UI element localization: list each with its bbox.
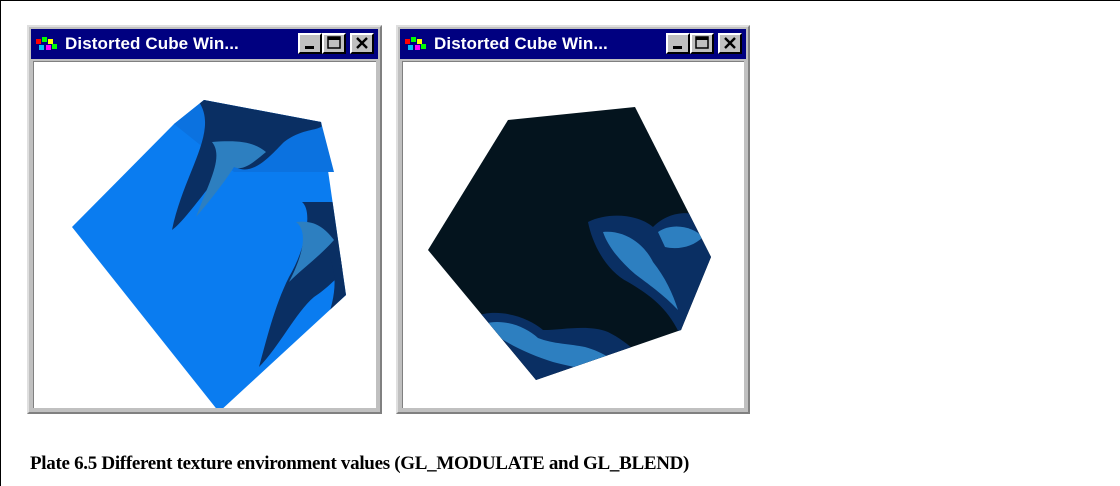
- page: Distorted Cube Win... Distorted Cube Win…: [0, 0, 1120, 486]
- plate-caption: Plate 6.5 Different texture environment …: [30, 453, 690, 474]
- window-title: Distorted Cube Win...: [434, 34, 608, 53]
- textured-cube-modulate: [72, 100, 346, 408]
- close-button[interactable]: [350, 33, 374, 54]
- maximize-icon: [327, 36, 341, 49]
- maximize-button[interactable]: [322, 33, 346, 54]
- minimize-icon: [305, 46, 314, 49]
- minimize-button[interactable]: [666, 33, 690, 54]
- opengl-app-icon: [36, 37, 57, 50]
- close-button[interactable]: [718, 33, 742, 54]
- maximize-icon: [695, 36, 709, 49]
- title-buttons: [298, 33, 374, 54]
- minimize-icon: [673, 46, 682, 49]
- title-bar[interactable]: Distorted Cube Win...: [400, 29, 746, 59]
- distorted-cube-window-modulate[interactable]: Distorted Cube Win...: [27, 25, 382, 414]
- window-title: Distorted Cube Win...: [65, 34, 239, 53]
- distorted-cube-window-blend[interactable]: Distorted Cube Win...: [396, 25, 750, 414]
- textured-cube-blend: [428, 107, 711, 380]
- minimize-button[interactable]: [298, 33, 322, 54]
- title-buttons: [666, 33, 742, 54]
- title-bar[interactable]: Distorted Cube Win...: [31, 29, 378, 59]
- close-icon: [724, 37, 736, 49]
- render-viewport[interactable]: [33, 61, 376, 408]
- close-icon: [356, 37, 368, 49]
- maximize-button[interactable]: [690, 33, 714, 54]
- render-viewport[interactable]: [402, 61, 744, 408]
- opengl-app-icon: [405, 37, 426, 50]
